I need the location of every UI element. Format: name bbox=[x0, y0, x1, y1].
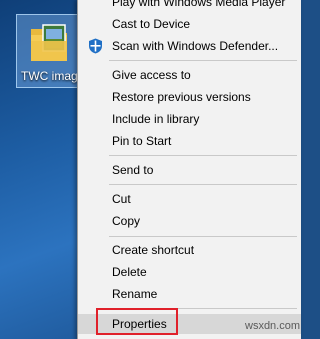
menu-item-label: Delete bbox=[112, 265, 147, 279]
menu-item-label: Scan with Windows Defender... bbox=[112, 39, 279, 53]
menu-item-restore-previous-versions[interactable]: Restore previous versions bbox=[78, 87, 301, 107]
menu-item-delete[interactable]: Delete bbox=[78, 262, 301, 282]
menu-item-label: Send to bbox=[112, 163, 154, 177]
menu-item-label: Rename bbox=[112, 287, 158, 301]
menu-item-send-to[interactable]: Send to bbox=[78, 160, 301, 180]
menu-item-pin-to-start[interactable]: Pin to Start bbox=[78, 131, 301, 151]
menu-item-copy[interactable]: Copy bbox=[78, 211, 301, 231]
menu-item-scan-with-defender[interactable]: Scan with Windows Defender... bbox=[78, 36, 301, 56]
menu-item-label: Cast to Device bbox=[112, 17, 191, 31]
watermark-text: wsxdn.com bbox=[245, 320, 301, 332]
desktop-folder-item[interactable]: TWC image bbox=[16, 14, 84, 88]
menu-item-cut[interactable]: Cut bbox=[78, 189, 301, 209]
menu-item-label: Pin to Start bbox=[112, 134, 172, 148]
menu-separator bbox=[109, 155, 297, 156]
menu-separator bbox=[109, 60, 297, 61]
menu-item-label: Create shortcut bbox=[112, 243, 195, 257]
menu-item-label: Cut bbox=[112, 192, 131, 206]
menu-separator bbox=[109, 236, 297, 237]
menu-item-label: Give access to bbox=[112, 68, 191, 82]
menu-item-cast-to-device[interactable]: Cast to Device bbox=[78, 14, 301, 34]
shield-icon bbox=[89, 38, 102, 54]
menu-item-label: Copy bbox=[112, 214, 141, 228]
properties-highlight-box bbox=[96, 308, 178, 335]
menu-item-rename[interactable]: Rename bbox=[78, 284, 301, 304]
menu-item-include-in-library[interactable]: Include in library bbox=[78, 109, 301, 129]
menu-item-play-with-media-player[interactable]: Play with Windows Media Player bbox=[78, 0, 301, 12]
menu-item-label: Restore previous versions bbox=[112, 90, 251, 104]
menu-item-create-shortcut[interactable]: Create shortcut bbox=[78, 240, 301, 260]
menu-separator bbox=[109, 184, 297, 185]
context-menu: Play with Windows Media Player Cast to D… bbox=[77, 0, 301, 339]
menu-item-give-access-to[interactable]: Give access to bbox=[78, 65, 301, 85]
menu-item-label: Play with Windows Media Player bbox=[112, 0, 286, 9]
folder-icon bbox=[31, 24, 67, 61]
menu-item-label: Include in library bbox=[112, 112, 200, 126]
